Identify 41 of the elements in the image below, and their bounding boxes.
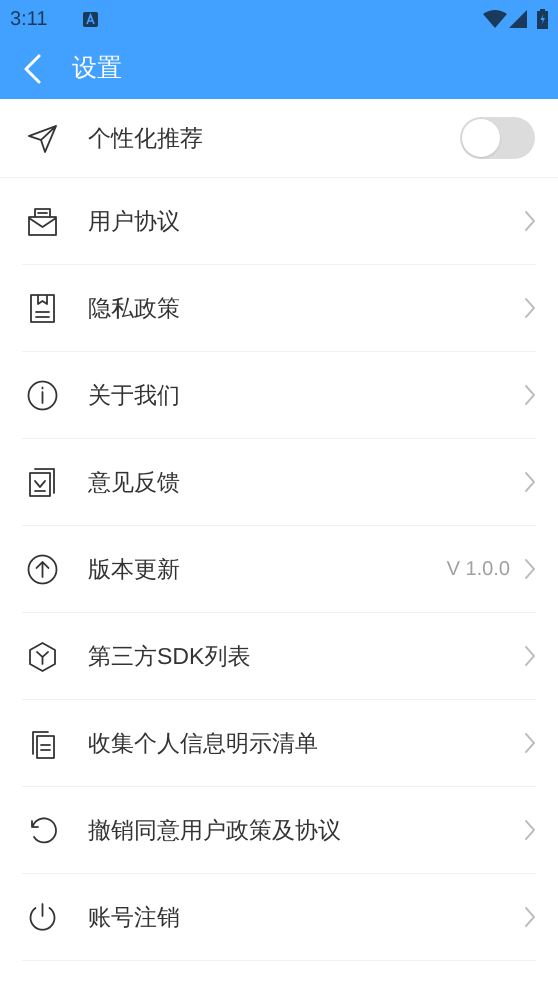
back-icon xyxy=(23,54,41,84)
row-label: 撤销同意用户政策及协议 xyxy=(88,816,341,845)
page-title: 设置 xyxy=(72,52,122,84)
chevron-icon xyxy=(524,297,536,319)
row-label: 用户协议 xyxy=(88,206,180,236)
signal-icon xyxy=(509,10,527,28)
settings-row[interactable]: 撤销同意用户政策及协议 xyxy=(22,787,536,874)
row-label: 关于我们 xyxy=(88,380,180,410)
chevron-icon xyxy=(524,732,536,754)
chevron-icon xyxy=(524,819,536,841)
settings-row[interactable]: 个性化推荐 xyxy=(0,99,558,178)
chevron-icon xyxy=(524,210,536,232)
row-label: 个性化推荐 xyxy=(88,124,203,153)
arrow-up-circle-icon xyxy=(26,552,59,586)
info-icon xyxy=(26,378,59,412)
toggle-switch[interactable] xyxy=(460,117,535,159)
version-text: V 1.0.0 xyxy=(446,557,510,582)
settings-row[interactable]: 隐私政策 xyxy=(22,265,536,352)
row-label: 隐私政策 xyxy=(88,294,180,323)
settings-row[interactable]: 用户协议 xyxy=(22,178,536,265)
row-label: 版本更新 xyxy=(88,554,180,584)
status-time: 3:11 xyxy=(10,7,48,32)
chevron-icon xyxy=(524,645,536,667)
cube-icon xyxy=(26,640,59,672)
settings-row[interactable]: 意见反馈 xyxy=(22,439,536,526)
settings-row[interactable]: 版本更新 V 1.0.0 xyxy=(22,526,536,613)
chevron-icon xyxy=(524,558,536,580)
chevron-icon xyxy=(524,906,536,928)
settings-row[interactable]: 关于我们 xyxy=(22,352,536,439)
notification-icon xyxy=(83,12,98,26)
settings-row[interactable]: 第三方SDK列表 xyxy=(22,613,536,700)
settings-row[interactable]: 收集个人信息明示清单 xyxy=(22,700,536,787)
chevron-icon xyxy=(524,471,536,493)
row-label: 意见反馈 xyxy=(88,468,180,497)
battery-icon xyxy=(537,9,548,29)
settings-row[interactable]: 账号注销 xyxy=(22,874,536,961)
row-label: 收集个人信息明示清单 xyxy=(88,728,318,758)
row-label: 账号注销 xyxy=(88,902,180,932)
wifi-icon xyxy=(483,10,507,28)
chevron-icon xyxy=(524,384,536,406)
row-label: 第三方SDK列表 xyxy=(88,642,250,671)
